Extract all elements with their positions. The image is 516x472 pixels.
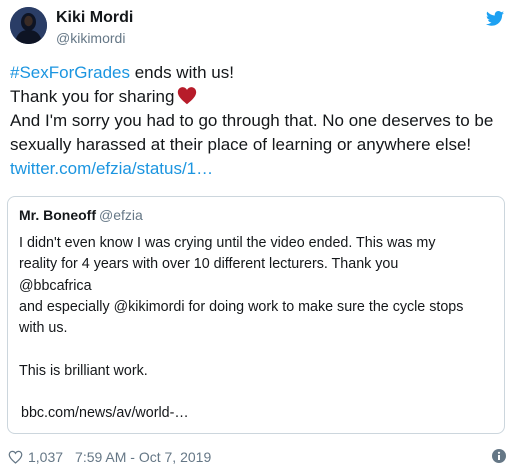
tweet-card: Kiki Mordi @kikimordi #SexForGrades ends…: [0, 0, 516, 472]
hashtag-link[interactable]: #SexForGrades: [10, 63, 130, 82]
quoted-author-handle[interactable]: @efzia: [99, 207, 143, 223]
quoted-line-blank: [19, 339, 497, 360]
author-name[interactable]: Kiki Mordi: [56, 9, 133, 27]
twitter-bird-icon[interactable]: [486, 11, 504, 26]
tweet-line-3: And I'm sorry you had to go through that…: [10, 111, 494, 130]
author-handle[interactable]: @kikimordi: [56, 30, 125, 46]
tweet-text: #SexForGrades ends with us! Thank you fo…: [10, 61, 506, 181]
quoted-line: I didn't even know I was crying until th…: [19, 235, 436, 251]
quoted-line-blank: [19, 382, 497, 403]
quoted-tweet-header: Mr. Boneoff @efzia: [19, 207, 143, 223]
tweet-line-4: sexually harassed at their place of lear…: [10, 135, 472, 154]
quoted-line: and especially @kikimordi for doing work…: [19, 298, 464, 315]
quoted-line: with us.: [19, 320, 68, 337]
heart-emoji-icon: [178, 87, 197, 105]
tweet-link[interactable]: twitter.com/efzia/status/1…: [10, 157, 506, 181]
quoted-line: This is brilliant work.: [19, 362, 148, 379]
quoted-link[interactable]: bbc.com/news/av/world-…: [19, 403, 497, 424]
quoted-line-mention: @bbcafrica: [19, 277, 92, 294]
tweet-line-1-rest: ends with us!: [130, 63, 234, 82]
like-count[interactable]: 1,037: [28, 449, 63, 465]
avatar[interactable]: [10, 7, 47, 44]
tweet-line-1: #SexForGrades ends with us!: [10, 61, 506, 85]
tweet-line-2-text: Thank you for sharing: [10, 87, 175, 106]
quoted-tweet[interactable]: Mr. Boneoff @efzia I didn't even know I w…: [7, 196, 505, 434]
like-heart-icon[interactable]: [8, 450, 23, 464]
quoted-author-name[interactable]: Mr. Boneoff: [19, 207, 96, 223]
quoted-tweet-text: I didn't even know I was crying until th…: [19, 233, 497, 425]
tweet-footer: 1,037 7:59 AM - Oct 7, 2019: [8, 446, 506, 468]
tweet-timestamp[interactable]: 7:59 AM - Oct 7, 2019: [75, 449, 211, 465]
tweet-line-2: Thank you for sharing: [10, 85, 506, 109]
info-icon[interactable]: [492, 449, 506, 463]
quoted-line: reality for 4 years with over 10 differe…: [19, 256, 399, 273]
